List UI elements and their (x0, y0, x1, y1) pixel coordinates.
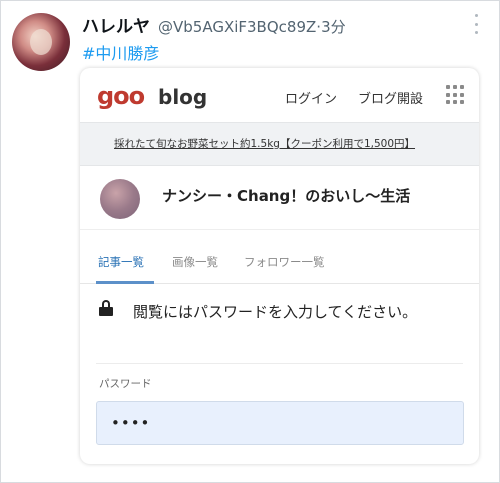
password-value: •••• (111, 414, 151, 432)
author-avatar[interactable] (12, 13, 70, 71)
author-name[interactable]: ハレルヤ (82, 12, 150, 37)
author-handle[interactable]: @Vb5AGXiF3BQc89Z·3分 (158, 16, 346, 37)
tab-image-list[interactable]: 画像一覧 (172, 254, 218, 270)
lock-icon (99, 300, 113, 316)
blog-profile[interactable]: ナンシー・Chang！のおいし〜生活 (80, 166, 479, 230)
blog-avatar[interactable] (100, 179, 140, 219)
create-blog-link[interactable]: ブログ開設 (358, 88, 423, 107)
embedded-blog-card: goo blog ログイン ブログ開設 採れたて旬なお野菜セット約1.5kg【ク… (80, 68, 479, 464)
active-tab-indicator (96, 281, 154, 284)
password-input[interactable]: •••• (96, 401, 464, 445)
hashtag-link[interactable]: #中川勝彦 (82, 40, 159, 64)
login-link[interactable]: ログイン (285, 88, 337, 107)
promo-banner[interactable]: 採れたて旬なお野菜セット約1.5kg【クーポン利用で1,500円】 (80, 122, 479, 166)
goo-logo[interactable]: goo (97, 82, 145, 110)
password-label: パスワード (99, 378, 152, 390)
tweet-time[interactable]: 3分 (321, 18, 346, 36)
blog-tabs: 記事一覧 画像一覧 フォロワー一覧 (80, 244, 479, 284)
blog-title[interactable]: ナンシー・Chang！のおいし〜生活 (162, 185, 410, 206)
promo-link[interactable]: 採れたて旬なお野菜セット約1.5kg【クーポン利用で1,500円】 (114, 136, 415, 151)
password-required-message: 閲覧にはパスワードを入力してください。 (133, 303, 418, 321)
grid-menu-icon[interactable] (446, 85, 466, 105)
tab-article-list[interactable]: 記事一覧 (98, 254, 144, 270)
blog-wordmark[interactable]: blog (158, 85, 207, 109)
goo-header: goo blog ログイン ブログ開設 (80, 68, 479, 122)
tab-follower-list[interactable]: フォロワー一覧 (244, 254, 325, 270)
divider (96, 363, 463, 364)
tweet-header: ハレルヤ @Vb5AGXiF3BQc89Z·3分 (82, 12, 346, 37)
more-options-icon[interactable] (468, 14, 484, 34)
